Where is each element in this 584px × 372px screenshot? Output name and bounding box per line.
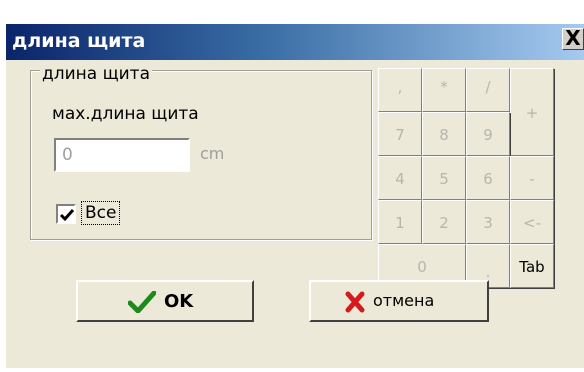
key-tab[interactable]: Tab bbox=[510, 244, 554, 288]
title-bar[interactable]: длина щита X bbox=[6, 24, 584, 60]
key-5[interactable]: 5 bbox=[422, 156, 466, 200]
key-minus[interactable]: - bbox=[510, 156, 554, 200]
key-divide[interactable]: / bbox=[466, 68, 510, 112]
key-3[interactable]: 3 bbox=[466, 200, 510, 244]
key-6[interactable]: 6 bbox=[466, 156, 510, 200]
key-7[interactable]: 7 bbox=[378, 112, 422, 156]
ok-button[interactable]: OK bbox=[76, 280, 254, 322]
x-icon bbox=[345, 291, 365, 313]
all-checkbox[interactable] bbox=[56, 204, 76, 224]
key-1[interactable]: 1 bbox=[378, 200, 422, 244]
all-checkbox-label[interactable]: Все bbox=[81, 201, 121, 225]
max-length-label: мах.длина щита bbox=[52, 104, 199, 124]
cancel-label: отмена bbox=[373, 291, 435, 310]
close-button[interactable]: X bbox=[562, 28, 584, 50]
cancel-button[interactable]: отмена bbox=[309, 280, 489, 322]
key-4[interactable]: 4 bbox=[378, 156, 422, 200]
key-multiply[interactable]: * bbox=[422, 68, 466, 112]
key-9[interactable]: 9 bbox=[466, 112, 510, 156]
max-length-input[interactable] bbox=[54, 138, 190, 172]
window-title: длина щита bbox=[12, 30, 146, 52]
key-8[interactable]: 8 bbox=[422, 112, 466, 156]
key-2[interactable]: 2 bbox=[422, 200, 466, 244]
unit-label: cm bbox=[200, 144, 225, 163]
check-icon bbox=[59, 209, 75, 222]
key-backspace[interactable]: <- bbox=[510, 200, 554, 244]
checkmark-icon bbox=[128, 291, 156, 313]
group-legend: длина щита bbox=[40, 64, 152, 84]
key-comma[interactable]: , bbox=[378, 68, 422, 112]
keypad: , * / + 7 8 9 4 5 6 - 1 2 3 <- 0 . Tab bbox=[370, 66, 556, 292]
ok-label: OK bbox=[164, 291, 194, 312]
key-plus[interactable]: + bbox=[510, 68, 554, 156]
